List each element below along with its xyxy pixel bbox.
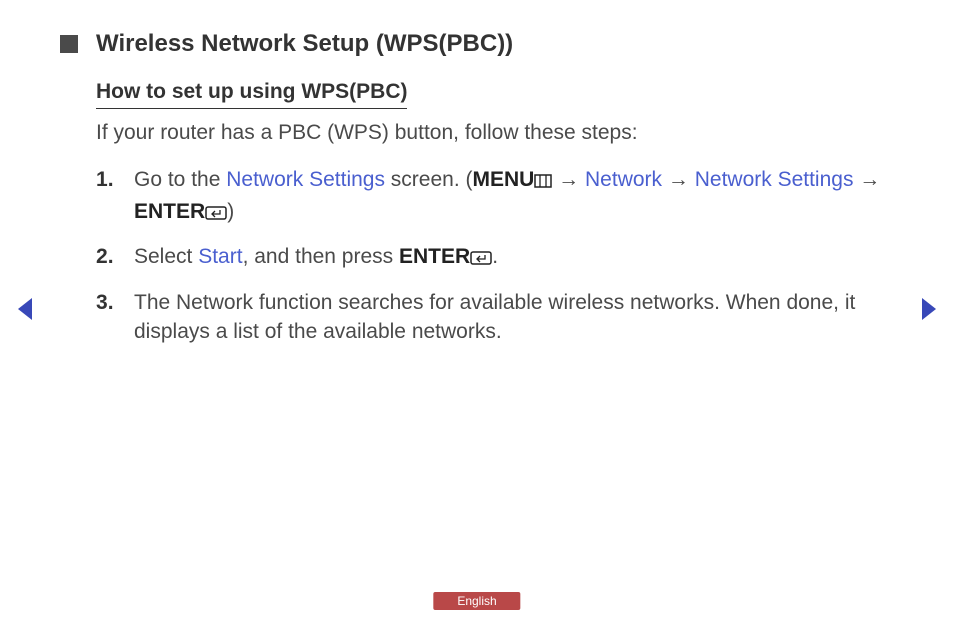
step-1-arrow-3: → [853,168,880,191]
step-2-enter-label: ENTER [399,245,470,268]
bullet-square-icon [60,35,78,53]
subtitle: How to set up using WPS(PBC) [96,80,407,109]
page-content: Wireless Network Setup (WPS(PBC)) How to… [0,0,954,346]
enter-icon [205,199,227,228]
step-3: The Network function searches for availa… [96,288,894,347]
step-1: Go to the Network Settings screen. (MENU… [96,165,894,228]
step-3-text: The Network function searches for availa… [134,291,855,343]
step-1-text-a: Go to the [134,168,226,191]
step-1-link-network: Network [585,168,662,191]
page-title: Wireless Network Setup (WPS(PBC)) [96,30,513,58]
chevron-left-icon [14,296,34,322]
step-1-menu-label: MENU [473,168,535,191]
intro-text: If your router has a PBC (WPS) button, f… [96,119,894,147]
step-1-link-network-settings: Network Settings [226,168,385,191]
menu-icon [534,167,552,196]
step-1-arrow-2: → [662,168,695,191]
section-body: How to set up using WPS(PBC) If your rou… [96,80,894,346]
steps-list: Go to the Network Settings screen. (MENU… [96,165,894,346]
step-2-text-b: , and then press [243,245,399,268]
next-page-button[interactable] [920,296,940,322]
step-1-arrow-1: → [552,168,585,191]
step-1-text-b: screen. ( [385,168,473,191]
enter-icon [470,244,492,273]
step-2: Select Start, and then press ENTER. [96,242,894,273]
step-2-text-c: . [492,245,498,268]
step-2-text-a: Select [134,245,198,268]
step-1-text-c: ) [227,200,234,223]
step-1-enter-label: ENTER [134,200,205,223]
step-2-link-start: Start [198,245,242,268]
step-1-link-network-settings-2: Network Settings [695,168,854,191]
chevron-right-icon [920,296,940,322]
language-badge: English [433,592,520,610]
prev-page-button[interactable] [14,296,34,322]
title-row: Wireless Network Setup (WPS(PBC)) [60,30,894,58]
